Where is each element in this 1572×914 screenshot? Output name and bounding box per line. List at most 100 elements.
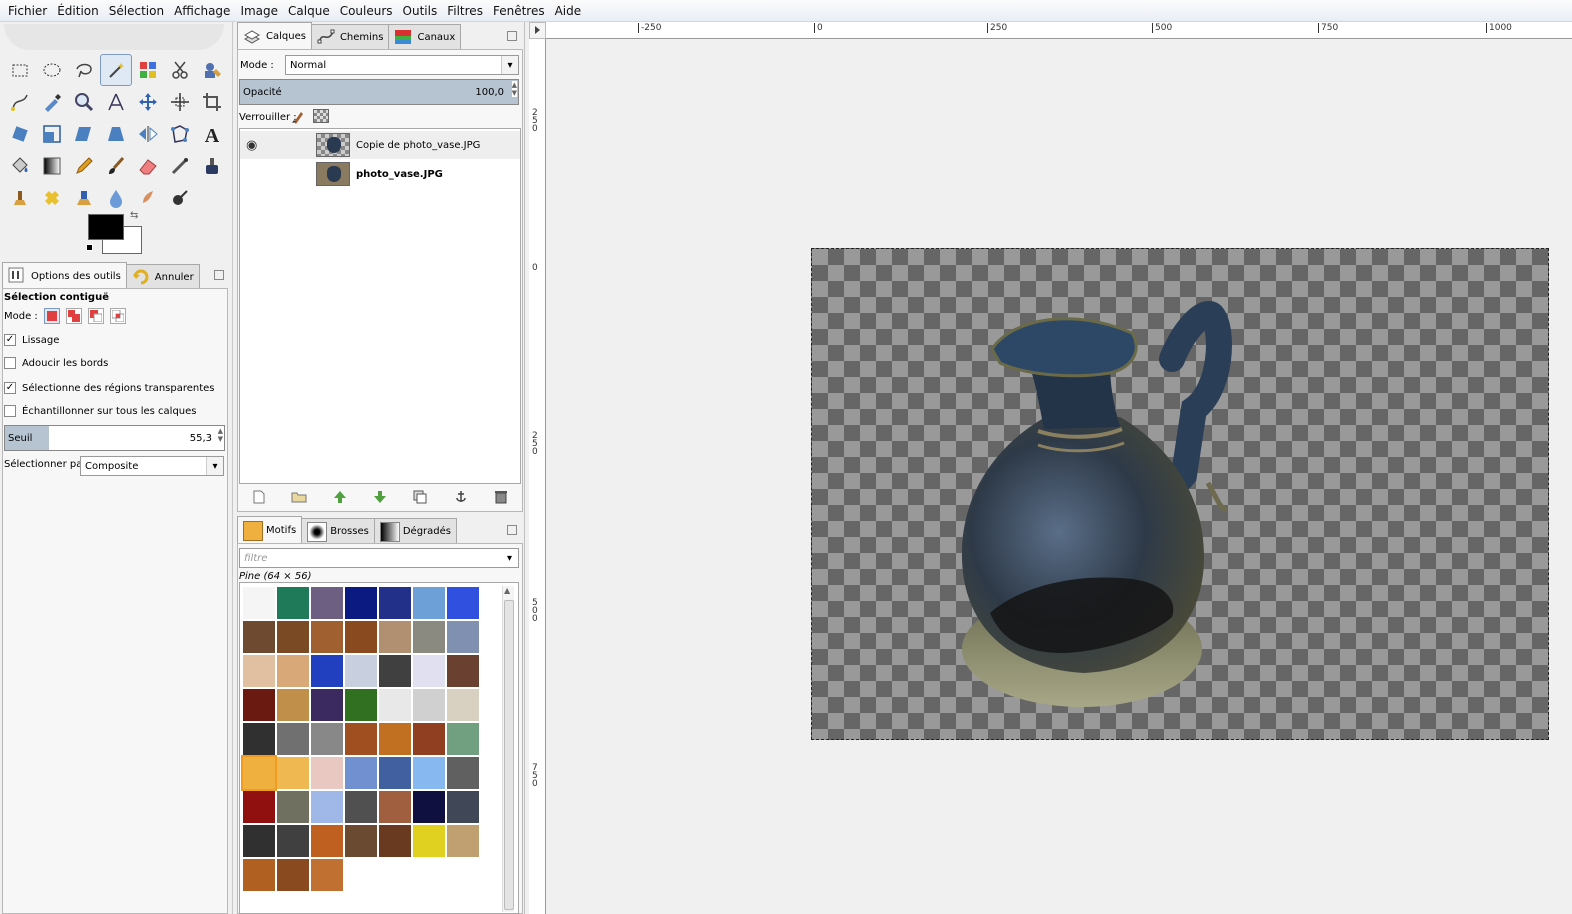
check-feather-row[interactable]: Adoucir les bords xyxy=(4,357,108,369)
pattern-swatch[interactable] xyxy=(243,587,275,619)
pattern-swatch[interactable] xyxy=(413,757,445,789)
pattern-swatch[interactable] xyxy=(243,621,275,653)
lower-layer-icon[interactable] xyxy=(372,489,388,505)
paintbrush-tool[interactable] xyxy=(100,150,132,182)
pattern-swatch[interactable] xyxy=(243,689,275,721)
tab-paths[interactable]: Chemins xyxy=(310,24,390,50)
pattern-swatch[interactable] xyxy=(413,825,445,857)
panel-menu-icon[interactable] xyxy=(214,270,224,280)
menu-item-aide[interactable]: Aide xyxy=(550,0,587,22)
pattern-swatch[interactable] xyxy=(345,689,377,721)
checkbox[interactable] xyxy=(4,357,16,369)
pattern-swatch[interactable] xyxy=(277,655,309,687)
mode-replace-icon[interactable] xyxy=(43,308,60,324)
check-antialiasing-row[interactable]: ✓ Lissage xyxy=(4,334,59,346)
image-canvas-area[interactable]: -250 0 250 500 750 1000 250 0 250 500 750 xyxy=(529,22,1572,914)
tab-undo[interactable]: Annuler xyxy=(125,264,200,290)
pattern-swatch[interactable] xyxy=(447,825,479,857)
foreground-select-tool[interactable] xyxy=(196,54,228,86)
duplicate-layer-icon[interactable] xyxy=(412,489,428,505)
lock-pixels-icon[interactable] xyxy=(291,108,305,127)
threshold-slider[interactable]: Seuil 55,3 ▲ ▼ xyxy=(4,425,225,451)
new-layer-group-icon[interactable] xyxy=(291,489,307,505)
spin-arrows-icon[interactable]: ▲ ▼ xyxy=(218,427,223,443)
ink-tool[interactable] xyxy=(196,150,228,182)
pattern-swatch[interactable] xyxy=(345,723,377,755)
pattern-swatch[interactable] xyxy=(413,723,445,755)
pattern-swatch[interactable] xyxy=(243,859,275,891)
quick-mask-corner[interactable] xyxy=(529,22,546,39)
swap-colors-icon[interactable]: ⇆ xyxy=(130,210,138,221)
scroll-up-icon[interactable]: ▲ xyxy=(504,586,510,595)
pattern-swatch[interactable] xyxy=(413,689,445,721)
pattern-swatch[interactable] xyxy=(311,621,343,653)
pattern-swatch[interactable] xyxy=(413,791,445,823)
pattern-swatch[interactable] xyxy=(277,859,309,891)
mode-add-icon[interactable] xyxy=(65,308,82,324)
ellipse-select-tool[interactable] xyxy=(36,54,68,86)
pattern-swatch[interactable] xyxy=(311,723,343,755)
rect-select-tool[interactable] xyxy=(4,54,36,86)
pattern-swatch[interactable] xyxy=(277,723,309,755)
tab-layers[interactable]: Calques xyxy=(237,22,312,50)
eraser-tool[interactable] xyxy=(132,150,164,182)
paths-tool[interactable] xyxy=(4,86,36,118)
pattern-swatch[interactable] xyxy=(379,655,411,687)
delete-layer-icon[interactable] xyxy=(493,489,509,505)
flip-tool[interactable] xyxy=(132,118,164,150)
pattern-swatch[interactable] xyxy=(447,723,479,755)
shear-tool[interactable] xyxy=(68,118,100,150)
pattern-swatch[interactable] xyxy=(379,587,411,619)
pattern-swatch[interactable] xyxy=(379,723,411,755)
checkbox[interactable] xyxy=(4,405,16,417)
menu-item-couleurs[interactable]: Couleurs xyxy=(335,0,398,22)
clone-tool[interactable] xyxy=(4,182,36,214)
fg-bg-colors[interactable]: ⇆ xyxy=(86,210,146,258)
menu-item-selection[interactable]: Sélection xyxy=(104,0,169,22)
fuzzy-select-tool[interactable] xyxy=(100,54,132,86)
pattern-swatch[interactable] xyxy=(277,587,309,619)
pattern-swatch[interactable] xyxy=(447,791,479,823)
pattern-swatch[interactable] xyxy=(379,791,411,823)
pattern-swatch[interactable] xyxy=(447,757,479,789)
horizontal-ruler[interactable]: -250 0 250 500 750 1000 xyxy=(546,22,1572,39)
pattern-swatch[interactable] xyxy=(311,757,343,789)
pattern-swatch[interactable] xyxy=(345,587,377,619)
pattern-swatch[interactable] xyxy=(413,621,445,653)
tab-tool-options[interactable]: Options des outils xyxy=(2,262,127,290)
zoom-tool[interactable] xyxy=(68,86,100,118)
pattern-swatch[interactable] xyxy=(277,621,309,653)
tab-channels[interactable]: Canaux xyxy=(388,24,462,50)
pattern-swatch[interactable] xyxy=(413,587,445,619)
gradient-tool[interactable] xyxy=(36,150,68,182)
tab-gradients[interactable]: Dégradés xyxy=(373,518,457,544)
pattern-swatch[interactable] xyxy=(413,655,445,687)
checkbox[interactable]: ✓ xyxy=(4,334,16,346)
pattern-swatch[interactable] xyxy=(447,655,479,687)
pattern-swatch[interactable] xyxy=(345,757,377,789)
spin-arrows-icon[interactable]: ▲ ▼ xyxy=(511,81,517,97)
crop-tool[interactable] xyxy=(196,86,228,118)
pattern-swatch[interactable] xyxy=(241,755,277,791)
menu-item-filtres[interactable]: Filtres xyxy=(442,0,488,22)
menu-item-fenetres[interactable]: Fenêtres xyxy=(488,0,550,22)
lasso-tool[interactable] xyxy=(68,54,100,86)
menu-item-outils[interactable]: Outils xyxy=(398,0,443,22)
menu-item-calque[interactable]: Calque xyxy=(283,0,335,22)
mode-intersect-icon[interactable] xyxy=(109,308,126,324)
perspective-tool[interactable] xyxy=(100,118,132,150)
bucket-fill-tool[interactable] xyxy=(4,150,36,182)
text-tool[interactable]: A xyxy=(196,118,228,150)
pattern-swatch[interactable] xyxy=(277,689,309,721)
pattern-swatch[interactable] xyxy=(311,825,343,857)
scale-tool[interactable] xyxy=(36,118,68,150)
pattern-swatch[interactable] xyxy=(345,621,377,653)
pattern-swatch[interactable] xyxy=(447,587,479,619)
check-sample-merged-row[interactable]: Échantillonner sur tous les calques xyxy=(4,405,197,417)
scroll-thumb[interactable] xyxy=(504,600,514,910)
pattern-swatch[interactable] xyxy=(277,825,309,857)
pattern-swatch[interactable] xyxy=(277,757,309,789)
select-by-dropdown[interactable]: Composite ▾ xyxy=(80,456,224,476)
pattern-filter-input[interactable]: filtre ▾ xyxy=(239,548,519,568)
pattern-swatch[interactable] xyxy=(379,621,411,653)
